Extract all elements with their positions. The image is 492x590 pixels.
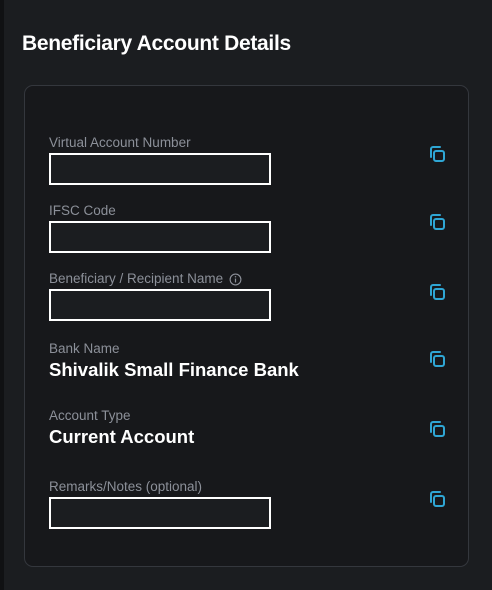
ifsc-code-label: IFSC Code: [49, 203, 116, 218]
virtual-account-number-label: Virtual Account Number: [49, 135, 191, 150]
copy-icon[interactable]: [426, 418, 448, 440]
field-beneficiary-name: Beneficiary / Recipient Name: [49, 271, 449, 321]
field-virtual-account-number: Virtual Account Number: [49, 135, 449, 185]
account-details-card: Virtual Account Number IFSC Code Benefic…: [24, 85, 469, 567]
remarks-value: [49, 497, 271, 529]
copy-icon[interactable]: [426, 348, 448, 370]
field-remarks: Remarks/Notes (optional): [49, 479, 449, 529]
beneficiary-details-page: Beneficiary Account Details Virtual Acco…: [0, 0, 492, 590]
bank-name-value: Shivalik Small Finance Bank: [49, 359, 299, 380]
copy-icon[interactable]: [426, 211, 448, 233]
copy-icon[interactable]: [426, 281, 448, 303]
virtual-account-number-value: [49, 153, 271, 185]
page-title: Beneficiary Account Details: [22, 32, 291, 55]
beneficiary-name-label-row: Beneficiary / Recipient Name: [49, 271, 449, 287]
copy-icon[interactable]: [426, 488, 448, 510]
info-icon[interactable]: [229, 273, 242, 286]
field-account-type: Account Type Current Account: [49, 408, 449, 448]
beneficiary-name-value: [49, 289, 271, 321]
bank-name-label: Bank Name: [49, 341, 120, 356]
field-bank-name: Bank Name Shivalik Small Finance Bank: [49, 341, 449, 381]
left-edge-strip: [0, 0, 4, 590]
remarks-label: Remarks/Notes (optional): [49, 479, 203, 494]
field-ifsc-code: IFSC Code: [49, 203, 449, 253]
account-type-label: Account Type: [49, 408, 131, 423]
copy-icon[interactable]: [426, 143, 448, 165]
ifsc-code-value: [49, 221, 271, 253]
account-type-value: Current Account: [49, 426, 195, 447]
beneficiary-name-label: Beneficiary / Recipient Name: [49, 271, 224, 286]
